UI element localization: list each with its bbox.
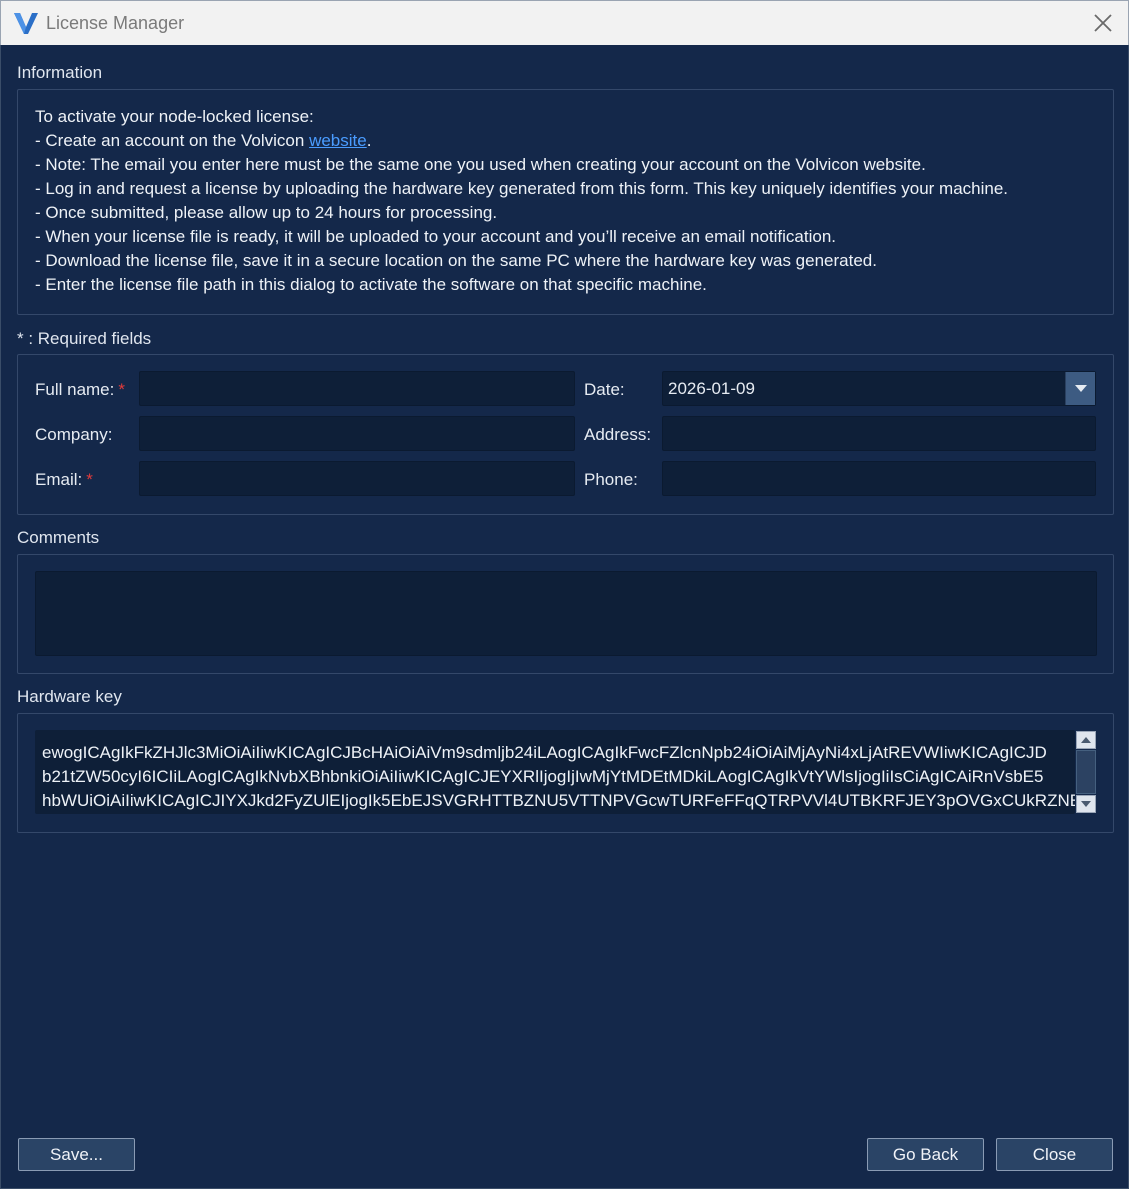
phone-input[interactable]: [662, 461, 1096, 496]
date-dropdown-button[interactable]: [1065, 372, 1095, 405]
hardware-key-line: ewogICAgIkFkZHJlc3MiOiAiIiwKICAgICJBcHAi…: [42, 743, 1047, 762]
hardware-key-group: ewogICAgIkFkZHJlc3MiOiAiIiwKICAgICJBcHAi…: [17, 713, 1114, 833]
info-line: - Create an account on the Volvicon webs…: [35, 131, 372, 150]
company-label: Company:: [35, 425, 113, 444]
address-label: Address:: [584, 425, 652, 444]
info-line: - Note: The email you enter here must be…: [35, 155, 926, 174]
required-marker: *: [118, 380, 125, 399]
info-line: - Download the license file, save it in …: [35, 251, 877, 270]
information-group: To activate your node-locked license: - …: [17, 89, 1114, 315]
full-name-label: Full name: *: [35, 380, 125, 399]
scroll-up-button[interactable]: [1076, 731, 1096, 749]
info-line: To activate your node-locked license:: [35, 107, 314, 126]
company-input[interactable]: [139, 416, 575, 451]
information-label: Information: [17, 63, 103, 82]
email-label: Email: *: [35, 470, 93, 489]
info-line: - Log in and request a license by upload…: [35, 179, 1009, 198]
save-button[interactable]: Save...: [18, 1138, 135, 1171]
phone-label: Phone:: [584, 470, 638, 489]
title-bar: License Manager: [0, 0, 1129, 45]
required-fields-label: * : Required fields: [17, 329, 152, 348]
dialog-body: Information To activate your node-locked…: [0, 45, 1129, 1189]
email-input[interactable]: [139, 461, 575, 496]
go-back-button[interactable]: Go Back: [867, 1138, 984, 1171]
scroll-down-button[interactable]: [1076, 795, 1096, 813]
chevron-down-icon: [1081, 801, 1091, 807]
comments-textarea[interactable]: [35, 571, 1097, 656]
comments-group: [17, 554, 1114, 674]
info-line: - Once submitted, please allow up to 24 …: [35, 203, 498, 222]
scroll-thumb[interactable]: [1076, 750, 1096, 794]
required-marker: *: [86, 470, 93, 489]
close-icon[interactable]: [1091, 11, 1115, 35]
hardware-key-scrollbar[interactable]: [1075, 730, 1097, 814]
hardware-key-line: b21tZW50cyI6ICIiLAogICAgIkNvbXBhbnkiOiAi…: [42, 767, 1044, 786]
hardware-key-label: Hardware key: [17, 687, 122, 706]
comments-label: Comments: [17, 528, 100, 547]
information-text: To activate your node-locked license: - …: [35, 105, 1008, 297]
hardware-key-textbox[interactable]: ewogICAgIkFkZHJlc3MiOiAiIiwKICAgICJBcHAi…: [35, 730, 1075, 814]
chevron-up-icon: [1081, 737, 1091, 743]
date-value: 2026-01-09: [668, 379, 755, 398]
info-line: - When your license file is ready, it wi…: [35, 227, 836, 246]
hardware-key-text: ewogICAgIkFkZHJlc3MiOiAiIiwKICAgICJBcHAi…: [42, 741, 1075, 813]
volvicon-logo-icon: [14, 13, 38, 34]
window-title: License Manager: [46, 13, 185, 33]
full-name-input[interactable]: [139, 371, 575, 406]
user-details-group: Full name: * Company: Email: * Date: 2026-…: [17, 354, 1114, 515]
close-button[interactable]: Close: [996, 1138, 1113, 1171]
date-picker[interactable]: 2026-01-09: [662, 371, 1096, 406]
website-link[interactable]: website: [309, 131, 367, 150]
hardware-key-line: hbWUiOiAiIiwKICAgICJIYXJkd2FyZUlEIjogIk5…: [42, 791, 1075, 810]
address-input[interactable]: [662, 416, 1096, 451]
date-label: Date:: [584, 380, 625, 399]
chevron-down-icon: [1074, 384, 1087, 392]
info-line: - Enter the license file path in this di…: [35, 275, 707, 294]
